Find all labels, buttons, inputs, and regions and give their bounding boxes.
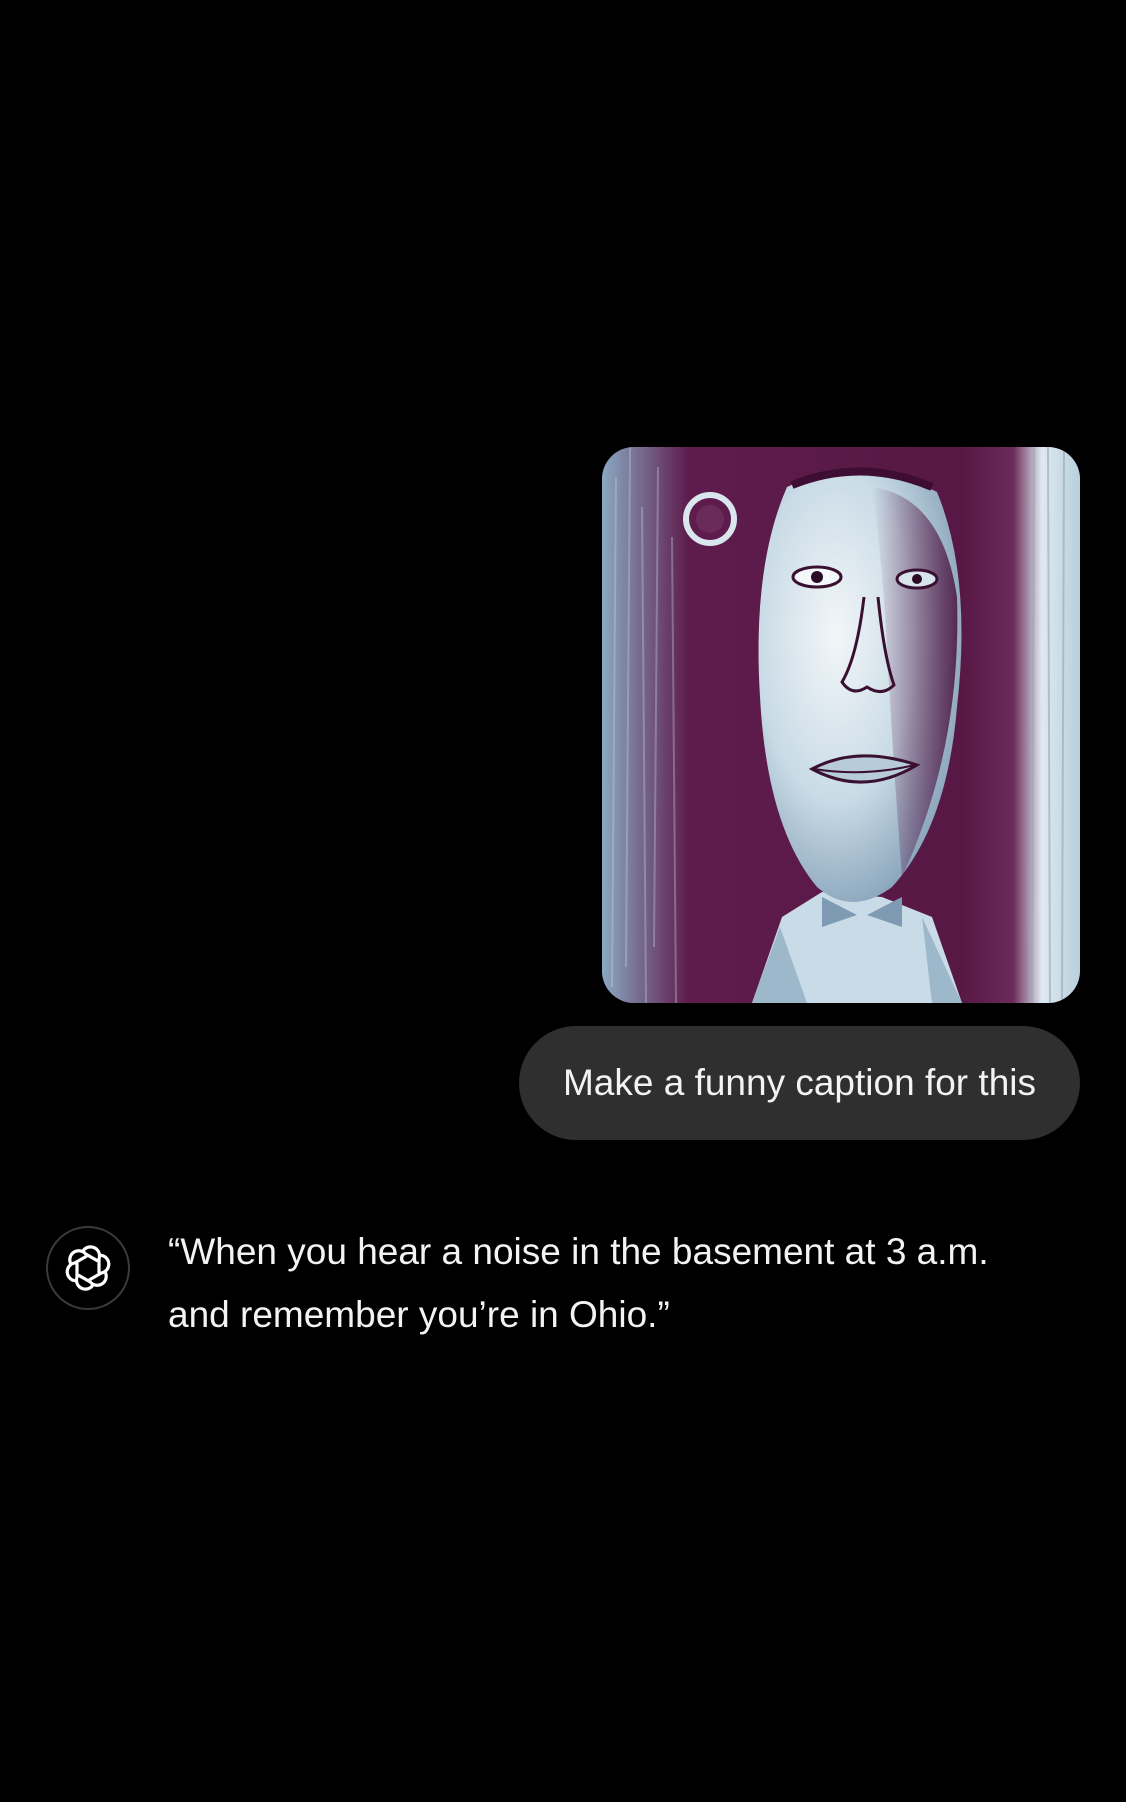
assistant-avatar — [46, 1226, 130, 1310]
openai-logo-icon — [65, 1245, 111, 1291]
user-message-bubble: Make a funny caption for this — [518, 1026, 1080, 1140]
assistant-message-text: “When you hear a noise in the basement a… — [168, 1231, 989, 1335]
user-message-text: Make a funny caption for this — [562, 1062, 1036, 1103]
chat-screen: Make a funny caption for this “When you … — [0, 0, 1126, 1802]
portrait-artwork-image — [602, 447, 1080, 1003]
user-attached-image[interactable] — [602, 447, 1080, 1003]
